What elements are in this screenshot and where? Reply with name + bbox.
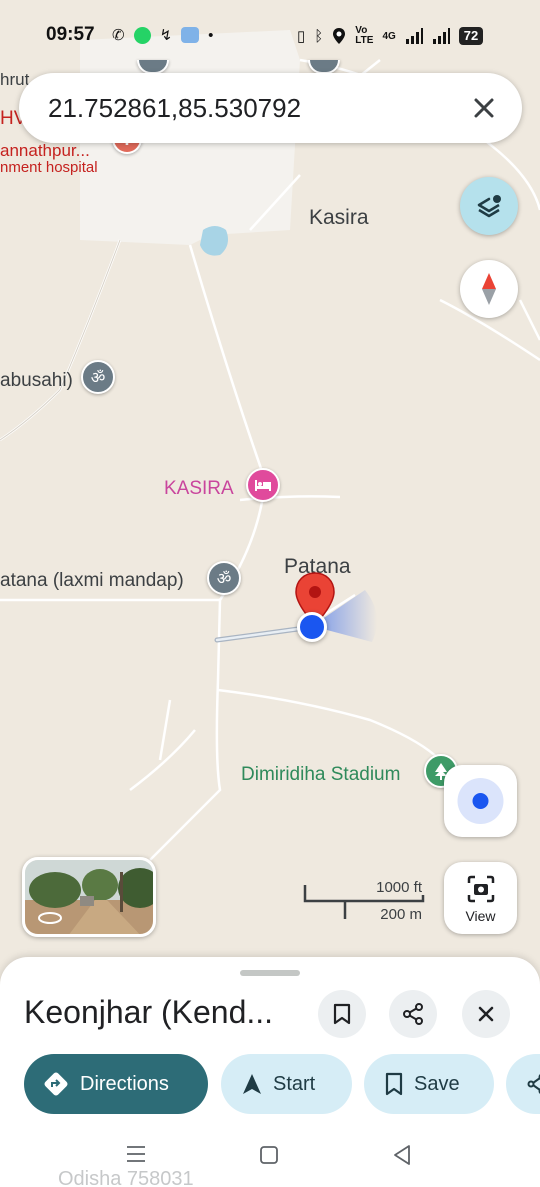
compass-icon [482,273,496,305]
layers-button[interactable] [460,177,518,235]
close-sheet-button[interactable] [462,990,510,1038]
om-icon: ॐ [90,370,106,387]
vibrate-icon: ▯ [297,28,306,45]
scale-metric: 200 m [380,906,422,923]
drag-handle[interactable] [240,970,300,976]
missed-call-icon: ↯ [159,27,173,44]
share-pill-button[interactable] [506,1054,540,1114]
street-view-thumbnail[interactable] [22,857,156,937]
compass-button[interactable] [460,260,518,318]
battery-icon: 72 [458,27,484,45]
save-label: Save [414,1072,460,1095]
scale-imperial: 1000 ft [376,879,422,896]
bed-icon [255,480,271,491]
navigation-arrow-icon [243,1074,261,1094]
recent-apps-icon[interactable] [125,1145,147,1163]
system-nav-bar [0,1135,540,1175]
status-notification-icons: ✆ ↯ • [112,26,213,44]
share-button[interactable] [389,990,437,1038]
bookmark-button[interactable] [318,990,366,1038]
share-icon [527,1074,540,1094]
weather-icon [181,27,200,43]
search-input[interactable]: 21.752861,85.530792 [48,93,301,124]
bookmark-icon [385,1072,403,1096]
view-button[interactable]: View [444,862,517,934]
back-icon[interactable] [392,1144,412,1166]
rotate-360-icon [38,912,62,924]
my-location-button[interactable] [444,765,517,837]
start-navigation-button[interactable]: Start [221,1054,352,1114]
close-icon [478,1006,494,1022]
network-type: 4G [382,30,396,42]
home-icon[interactable] [259,1145,279,1165]
view-label: View [465,908,496,924]
close-icon[interactable] [466,90,502,126]
dot-icon: • [208,26,214,44]
camera-scan-icon [467,875,495,903]
label-abusahi[interactable]: abusahi) [0,370,73,392]
label-dimiridiha-stadium[interactable]: Dimiridiha Stadium [241,764,400,786]
signal-icon [405,28,423,44]
status-time: 09:57 [46,24,95,45]
location-icon [333,28,346,44]
directions-icon [44,1072,68,1096]
volte-icon: Vo LTE [355,25,374,46]
search-bar[interactable]: 21.752861,85.530792 [19,73,522,143]
hotel-pin-kasira[interactable] [246,468,280,502]
label-hospital-type[interactable]: nment hospital [0,159,98,176]
om-icon: ॐ [216,571,232,588]
label-laxmi-mandap[interactable]: atana (laxmi mandap) [0,570,184,592]
place-title: Keonjhar (Kend... [24,994,274,1030]
status-system-icons: ▯ ᛒ Vo LTE 4G 72 [297,25,484,46]
map-scale: 1000 ft 200 m [303,877,428,925]
temple-pin-abusahi[interactable]: ॐ [81,360,115,394]
label-hospital-name[interactable]: annathpur... [0,141,90,161]
save-button[interactable]: Save [364,1054,494,1114]
temple-pin-laxmi-mandap[interactable]: ॐ [207,561,241,595]
bookmark-icon [333,1003,351,1025]
layers-icon [477,195,501,218]
status-bar: 09:57 ✆ ↯ • ▯ ᛒ Vo LTE 4G 72 [0,0,540,72]
whatsapp-icon [133,26,151,44]
directions-label: Directions [80,1072,169,1095]
my-location-icon [457,778,504,824]
label-kasira-town[interactable]: Kasira [309,206,369,230]
label-kasira-hotel[interactable]: KASIRA [164,478,234,500]
current-location-dot [297,612,327,642]
signal-icon-2 [432,28,450,44]
phone-icon: ✆ [112,27,125,44]
directions-button[interactable]: Directions [24,1054,208,1114]
share-icon [403,1003,423,1025]
start-label: Start [273,1072,316,1095]
bluetooth-icon: ᛒ [314,27,324,45]
